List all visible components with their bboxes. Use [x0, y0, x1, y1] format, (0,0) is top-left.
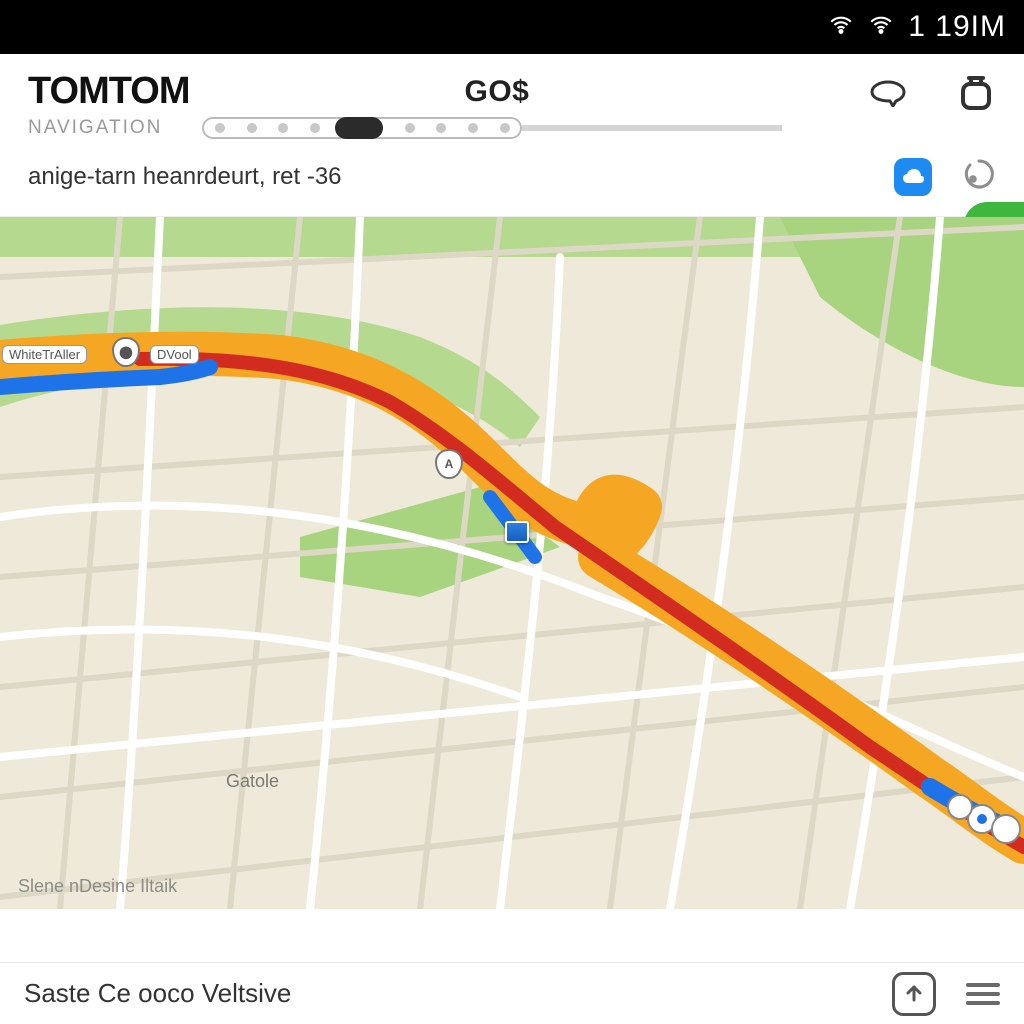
poi-label-gatole: Gatole [226, 771, 279, 792]
current-position-marker [505, 521, 529, 543]
signal-icon [868, 12, 894, 43]
destination-address: anige-tarn heanrdeurt, ret -36 [28, 163, 342, 191]
brand-logo: TOMTOM [28, 70, 189, 113]
status-clock: 1 19IM [908, 10, 1006, 44]
map-canvas[interactable]: WhiteTrAller ⬤ DVool A Gatole Slene nDes… [0, 217, 1024, 909]
road-label-2: DVool [150, 345, 199, 364]
reroute-icon[interactable] [962, 157, 996, 196]
menu-button[interactable] [966, 978, 1000, 1010]
app-header: TOMTOM GO$ NAVIGATION anige-tarn heanrde… [0, 54, 1024, 217]
progress-slider[interactable] [202, 117, 782, 139]
jar-icon[interactable] [956, 72, 996, 112]
header-subtitle: NAVIGATION [28, 117, 162, 139]
map-svg [0, 217, 1024, 909]
map-attribution: Slene nDesine Iltaik [18, 876, 177, 897]
wifi-icon [828, 12, 854, 43]
status-bar: 1 19IM [0, 0, 1024, 54]
cloud-button[interactable] [894, 158, 932, 196]
slider-knob[interactable] [335, 117, 383, 139]
go-label: GO$ [464, 75, 529, 109]
road-label-1: WhiteTrAller [2, 345, 87, 364]
voice-icon[interactable] [868, 72, 908, 112]
share-up-button[interactable] [892, 972, 936, 1016]
footer-destination: Saste Ce ooco Veltsive [24, 978, 291, 1009]
bottom-bar: Saste Ce ooco Veltsive [0, 962, 1024, 1024]
